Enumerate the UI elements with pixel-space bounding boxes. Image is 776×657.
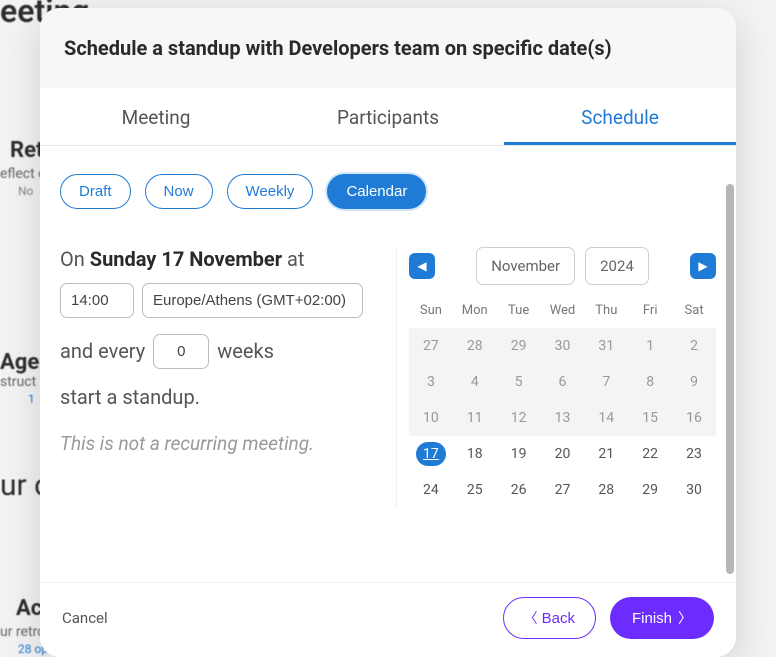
bg-text: No <box>18 184 33 198</box>
dow-mon: Mon <box>453 299 497 322</box>
dow-sun: Sun <box>409 299 453 322</box>
modal-footer: Cancel 〈 Back Finish 〉 <box>40 582 736 657</box>
calendar-day[interactable]: 8 <box>628 364 672 400</box>
calendar-day[interactable]: 23 <box>672 436 716 472</box>
calendar: ◀ November 2024 ▶ Sun Mon Tue Wed Thu <box>396 247 716 508</box>
calendar-next-button[interactable]: ▶ <box>690 253 716 279</box>
finish-label: Finish <box>632 610 672 627</box>
calendar-day[interactable]: 1 <box>628 328 672 364</box>
tabs: Meeting Participants Schedule <box>40 88 736 146</box>
calendar-day[interactable]: 26 <box>497 472 541 508</box>
back-label: Back <box>542 610 575 627</box>
schedule-summary: On Sunday 17 November at and every weeks… <box>60 247 376 508</box>
calendar-day[interactable]: 22 <box>628 436 672 472</box>
pill-now[interactable]: Now <box>145 174 213 209</box>
weeks-input[interactable] <box>153 334 209 369</box>
calendar-day[interactable]: 21 <box>584 436 628 472</box>
calendar-day[interactable]: 30 <box>541 328 585 364</box>
calendar-day[interactable]: 15 <box>628 400 672 436</box>
calendar-row: 24252627282930 <box>409 472 716 508</box>
scrollbar-track[interactable] <box>726 184 734 574</box>
dow-wed: Wed <box>541 299 585 322</box>
scrollbar-thumb[interactable] <box>726 184 734 574</box>
calendar-row: 17181920212223 <box>409 436 716 472</box>
calendar-day[interactable]: 19 <box>497 436 541 472</box>
bg-text: eflect c <box>0 166 46 182</box>
tab-meeting[interactable]: Meeting <box>40 88 272 145</box>
calendar-day[interactable]: 7 <box>584 364 628 400</box>
calendar-day[interactable]: 28 <box>584 472 628 508</box>
chevron-right-icon: 〉 <box>678 608 692 628</box>
calendar-day[interactable]: 31 <box>584 328 628 364</box>
schedule-sentence-on: On Sunday 17 November at <box>60 247 376 271</box>
bg-text: Ret <box>10 138 43 163</box>
selected-day-text: Sunday 17 November <box>90 247 282 271</box>
schedule-mode-pills: Draft Now Weekly Calendar <box>60 174 716 209</box>
pill-weekly[interactable]: Weekly <box>227 174 314 209</box>
calendar-day[interactable]: 14 <box>584 400 628 436</box>
dow-fri: Fri <box>628 299 672 322</box>
calendar-day[interactable]: 13 <box>541 400 585 436</box>
calendar-grid: 2728293031123456789101112131415161718192… <box>409 328 716 508</box>
finish-button[interactable]: Finish 〉 <box>610 597 714 639</box>
calendar-day[interactable]: 27 <box>541 472 585 508</box>
calendar-day[interactable]: 29 <box>497 328 541 364</box>
text-weeks: weeks <box>217 332 274 370</box>
month-select[interactable]: November <box>476 247 575 285</box>
calendar-row: 272829303112 <box>409 328 716 364</box>
text-start: start a standup. <box>60 378 376 416</box>
bg-text: struct <box>0 374 36 390</box>
bg-text: Ac <box>16 596 42 621</box>
calendar-day[interactable]: 30 <box>672 472 716 508</box>
bg-text: 1 <box>28 392 35 406</box>
calendar-day[interactable]: 17 <box>409 436 453 472</box>
calendar-day[interactable]: 27 <box>409 328 453 364</box>
calendar-prev-button[interactable]: ◀ <box>409 253 435 279</box>
schedule-modal: Schedule a standup with Developers team … <box>40 8 736 657</box>
pill-draft[interactable]: Draft <box>60 174 131 209</box>
calendar-dow-header: Sun Mon Tue Wed Thu Fri Sat <box>409 299 716 322</box>
pill-calendar[interactable]: Calendar <box>327 174 426 209</box>
text-and-every: and every <box>60 332 145 370</box>
calendar-day[interactable]: 3 <box>409 364 453 400</box>
dow-sat: Sat <box>672 299 716 322</box>
text-at: at <box>282 247 304 271</box>
year-select[interactable]: 2024 <box>585 247 649 285</box>
calendar-day[interactable]: 24 <box>409 472 453 508</box>
dow-thu: Thu <box>584 299 628 322</box>
cancel-button[interactable]: Cancel <box>62 609 108 627</box>
calendar-day[interactable]: 6 <box>541 364 585 400</box>
tab-schedule[interactable]: Schedule <box>504 88 736 145</box>
bg-text: ur retro <box>0 624 45 640</box>
calendar-day[interactable]: 29 <box>628 472 672 508</box>
modal-body: Draft Now Weekly Calendar On Sunday 17 N… <box>40 146 736 582</box>
back-button[interactable]: 〈 Back <box>503 597 596 639</box>
calendar-day[interactable]: 11 <box>453 400 497 436</box>
calendar-day[interactable]: 20 <box>541 436 585 472</box>
calendar-row: 10111213141516 <box>409 400 716 436</box>
calendar-day[interactable]: 12 <box>497 400 541 436</box>
dow-tue: Tue <box>497 299 541 322</box>
modal-title: Schedule a standup with Developers team … <box>64 36 712 60</box>
calendar-day[interactable]: 18 <box>453 436 497 472</box>
calendar-day[interactable]: 28 <box>453 328 497 364</box>
recurrence-note: This is not a recurring meeting. <box>60 432 376 455</box>
calendar-day[interactable]: 9 <box>672 364 716 400</box>
triangle-left-icon: ◀ <box>417 259 426 273</box>
calendar-day[interactable]: 2 <box>672 328 716 364</box>
calendar-day[interactable]: 25 <box>453 472 497 508</box>
recurrence-sentence: and every weeks start a standup. <box>60 332 376 416</box>
calendar-day[interactable]: 4 <box>453 364 497 400</box>
triangle-right-icon: ▶ <box>698 259 707 273</box>
tab-participants[interactable]: Participants <box>272 88 504 145</box>
timezone-input[interactable] <box>142 283 363 318</box>
time-input[interactable] <box>60 283 134 318</box>
calendar-row: 3456789 <box>409 364 716 400</box>
calendar-day[interactable]: 16 <box>672 400 716 436</box>
calendar-day[interactable]: 5 <box>497 364 541 400</box>
text-on: On <box>60 247 90 271</box>
chevron-left-icon: 〈 <box>524 608 538 628</box>
modal-header: Schedule a standup with Developers team … <box>40 8 736 88</box>
calendar-day[interactable]: 10 <box>409 400 453 436</box>
